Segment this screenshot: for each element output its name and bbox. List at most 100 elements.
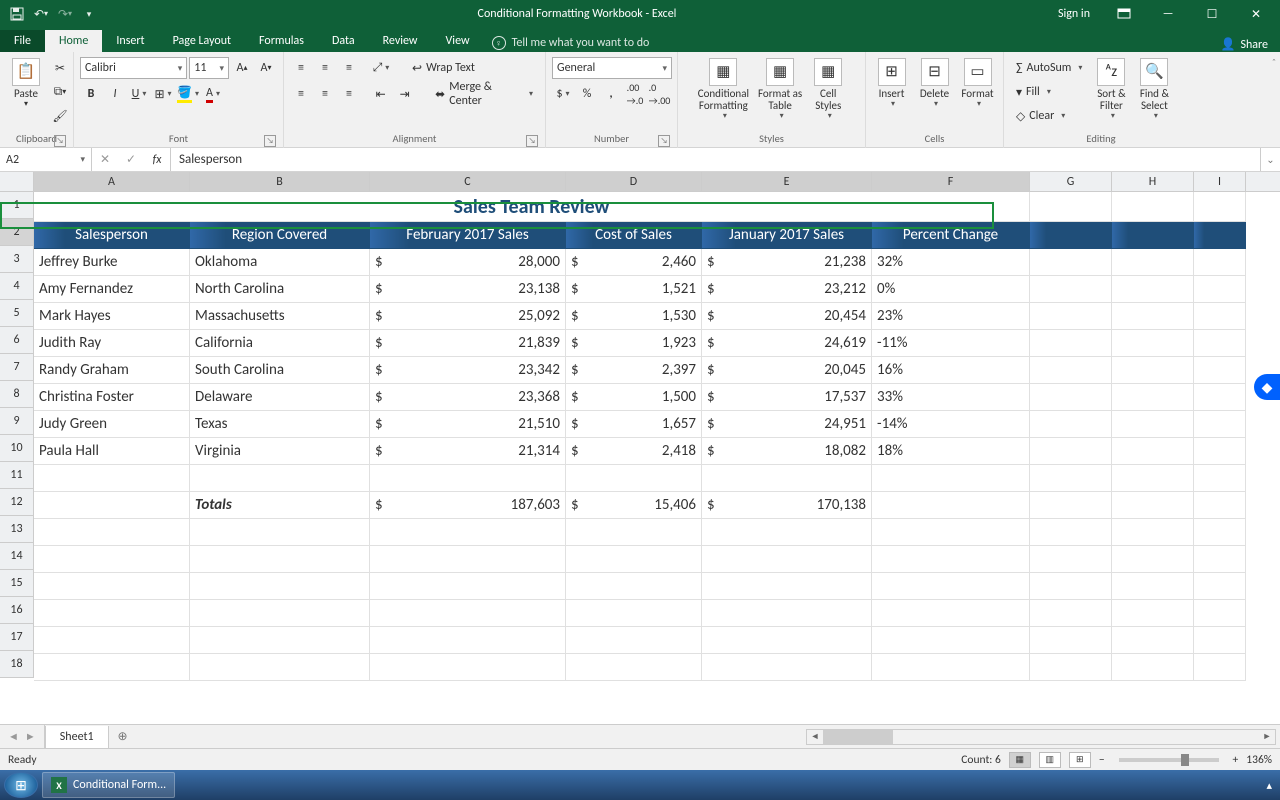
cell[interactable] [702, 546, 872, 573]
cell[interactable]: $21,238 [702, 249, 872, 276]
find-select-button[interactable]: 🔍Find & Select [1134, 54, 1174, 121]
column-header-G[interactable]: G [1030, 172, 1112, 191]
row-headers[interactable]: 123456789101112131415161718 [0, 192, 34, 678]
tab-review[interactable]: Review [369, 30, 432, 52]
cell[interactable]: California [190, 330, 370, 357]
tab-file[interactable]: File [0, 30, 45, 52]
cell[interactable] [190, 654, 370, 681]
cell[interactable] [702, 573, 872, 600]
cell[interactable] [34, 465, 190, 492]
cell[interactable] [1194, 276, 1246, 303]
cell[interactable]: $1,923 [566, 330, 702, 357]
cell[interactable]: Virginia [190, 438, 370, 465]
sort-filter-button[interactable]: ᴬᴢSort & Filter [1091, 54, 1131, 121]
normal-view-icon[interactable]: ▦ [1009, 752, 1031, 768]
cell[interactable] [1030, 357, 1112, 384]
increase-decimal-icon[interactable]: .00→.0 [624, 83, 646, 105]
cell-styles-button[interactable]: ▦Cell Styles [808, 54, 848, 121]
cell[interactable] [566, 573, 702, 600]
cell[interactable]: North Carolina [190, 276, 370, 303]
accounting-format-icon[interactable]: $ [552, 83, 574, 105]
cell[interactable]: Randy Graham [34, 357, 190, 384]
cell[interactable] [1030, 330, 1112, 357]
number-format-combo[interactable]: General▾ [552, 57, 672, 79]
cell[interactable] [34, 519, 190, 546]
fx-icon[interactable]: fx [144, 149, 170, 171]
cell[interactable] [702, 654, 872, 681]
cell[interactable] [190, 465, 370, 492]
title-cell[interactable]: Sales Team Review [34, 192, 1030, 222]
autosum-button[interactable]: ∑AutoSum [1010, 57, 1088, 79]
cell[interactable] [1030, 492, 1112, 519]
cell[interactable] [1194, 357, 1246, 384]
align-right-icon[interactable]: ≡ [338, 83, 360, 105]
bold-icon[interactable]: B [80, 83, 102, 105]
header-cell[interactable]: Region Covered [190, 222, 370, 249]
tab-insert[interactable]: Insert [102, 30, 158, 52]
cell[interactable] [872, 465, 1030, 492]
select-all-corner[interactable] [0, 172, 34, 192]
align-center-icon[interactable]: ≡ [314, 83, 336, 105]
row-header-12[interactable]: 12 [0, 489, 34, 516]
cell[interactable] [190, 546, 370, 573]
cell[interactable] [1112, 411, 1194, 438]
row-header-2[interactable]: 2 [0, 219, 34, 246]
cell[interactable] [370, 654, 566, 681]
cell[interactable]: Texas [190, 411, 370, 438]
cell[interactable] [566, 465, 702, 492]
cell[interactable]: $18,082 [702, 438, 872, 465]
save-icon[interactable] [6, 3, 28, 25]
cell[interactable]: -11% [872, 330, 1030, 357]
cell[interactable] [872, 627, 1030, 654]
collapse-ribbon-icon[interactable]: ˆ [1272, 56, 1276, 69]
cell[interactable] [34, 573, 190, 600]
cell[interactable]: Oklahoma [190, 249, 370, 276]
decrease-font-icon[interactable]: A▾ [255, 57, 277, 79]
cell[interactable] [872, 492, 1030, 519]
cell[interactable] [1194, 465, 1246, 492]
percent-format-icon[interactable]: % [576, 83, 598, 105]
system-tray[interactable]: ▴ [1266, 779, 1276, 792]
dropbox-badge-icon[interactable]: ◆ [1254, 374, 1280, 400]
page-layout-view-icon[interactable]: ▥ [1039, 752, 1061, 768]
cell[interactable] [1030, 600, 1112, 627]
sign-in-button[interactable]: Sign in [1048, 0, 1100, 28]
cell[interactable] [1112, 303, 1194, 330]
cell[interactable] [566, 519, 702, 546]
cell[interactable]: Paula Hall [34, 438, 190, 465]
row-header-17[interactable]: 17 [0, 624, 34, 651]
cell[interactable] [1030, 303, 1112, 330]
cell[interactable]: $23,138 [370, 276, 566, 303]
cell[interactable]: 23% [872, 303, 1030, 330]
header-cell[interactable]: Salesperson [34, 222, 190, 249]
cell[interactable]: $187,603 [370, 492, 566, 519]
clear-button[interactable]: ◇Clear [1010, 105, 1088, 127]
cell[interactable] [702, 600, 872, 627]
cell[interactable] [1194, 573, 1246, 600]
decrease-indent-icon[interactable]: ⇤ [370, 83, 392, 105]
row-header-16[interactable]: 16 [0, 597, 34, 624]
row-header-3[interactable]: 3 [0, 246, 34, 273]
cell[interactable]: $21,510 [370, 411, 566, 438]
cell[interactable] [1112, 357, 1194, 384]
insert-cells-button[interactable]: ⊞Insert [872, 54, 912, 109]
cell[interactable]: -14% [872, 411, 1030, 438]
cell[interactable] [872, 654, 1030, 681]
row-header-6[interactable]: 6 [0, 327, 34, 354]
cell[interactable]: $24,951 [702, 411, 872, 438]
tab-page-layout[interactable]: Page Layout [159, 30, 245, 52]
cell[interactable] [1112, 249, 1194, 276]
align-middle-icon[interactable]: ≡ [314, 57, 336, 79]
row-header-9[interactable]: 9 [0, 408, 34, 435]
align-bottom-icon[interactable]: ≡ [338, 57, 360, 79]
cell[interactable] [1194, 600, 1246, 627]
cell[interactable]: $2,460 [566, 249, 702, 276]
column-header-A[interactable]: A [34, 172, 190, 191]
page-break-view-icon[interactable]: ⊞ [1069, 752, 1091, 768]
header-cell[interactable]: February 2017 Sales [370, 222, 566, 249]
cell[interactable]: $25,092 [370, 303, 566, 330]
cell[interactable] [702, 627, 872, 654]
cell[interactable] [370, 573, 566, 600]
tab-view[interactable]: View [432, 30, 484, 52]
column-header-F[interactable]: F [872, 172, 1030, 191]
